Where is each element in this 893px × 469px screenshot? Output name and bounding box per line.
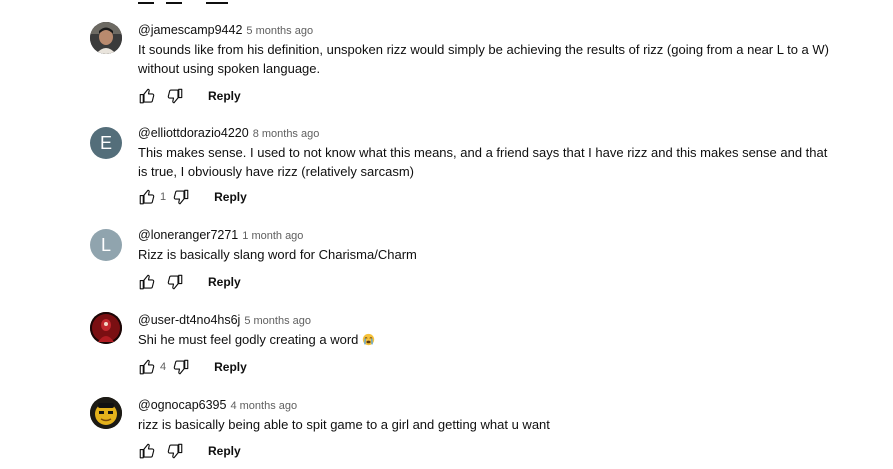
avatar[interactable]: L <box>90 229 122 261</box>
like-count: 1 <box>160 191 167 203</box>
avatar-letter: L <box>100 234 111 255</box>
reply-button[interactable]: Reply <box>214 187 247 207</box>
avatar[interactable] <box>90 312 122 344</box>
dislike-button[interactable] <box>172 187 190 207</box>
comment-text: It sounds like from his definition, unsp… <box>138 42 829 76</box>
comment-text: Rizz is basically slang word for Charism… <box>138 247 417 262</box>
comment-thread: @user-dt4no4hs6j 5 months ago Shi he must… <box>0 312 893 382</box>
thumbs-up-icon <box>139 359 155 375</box>
avatar-letter: E <box>99 132 112 153</box>
like-button[interactable] <box>138 86 156 106</box>
comment-text: rizz is basically being able to spit gam… <box>138 417 550 432</box>
comment-author[interactable]: @loneranger7271 <box>138 228 238 242</box>
reply-button[interactable]: Reply <box>208 86 241 106</box>
thumbs-down-icon <box>173 359 189 375</box>
comment-text: Shi he must feel godly creating a word <box>138 330 838 349</box>
avatar[interactable] <box>90 397 122 429</box>
comment-timestamp[interactable]: 4 months ago <box>230 400 297 412</box>
reply-button[interactable]: Reply <box>214 357 247 377</box>
thumbs-down-icon <box>173 189 189 205</box>
avatar-photo <box>90 397 122 429</box>
comment-author[interactable]: @jamescamp9442 <box>138 23 242 37</box>
thumbs-down-icon <box>167 88 183 104</box>
comment-timestamp[interactable]: 8 months ago <box>253 128 320 140</box>
like-button[interactable] <box>138 441 156 461</box>
reply-button[interactable]: Reply <box>208 272 241 292</box>
dislike-button[interactable] <box>172 357 190 377</box>
like-button[interactable] <box>138 187 156 207</box>
comment-author[interactable]: @user-dt4no4hs6j <box>138 313 240 327</box>
dislike-button[interactable] <box>166 86 184 106</box>
thumbs-down-icon <box>167 274 183 290</box>
comment-author[interactable]: @elliottdorazio4220 <box>138 126 249 140</box>
thumbs-up-icon <box>139 274 155 290</box>
comment-text: This makes sense. I used to not know wha… <box>138 145 828 179</box>
like-button[interactable] <box>138 272 156 292</box>
comment-thread: @jamescamp9442 5 months ago It sounds lik… <box>0 22 893 110</box>
like-count: 4 <box>160 361 167 373</box>
thumbs-up-icon <box>139 189 155 205</box>
comment-text-body: Shi he must feel godly creating a word <box>138 332 359 347</box>
comment-thread: E @elliottdorazio4220 8 months ago This m… <box>0 125 893 213</box>
comment-author[interactable]: @ognocap6395 <box>138 398 226 412</box>
dislike-button[interactable] <box>166 272 184 292</box>
thumbs-up-icon <box>139 88 155 104</box>
reply-button[interactable]: Reply <box>208 441 241 461</box>
like-button[interactable] <box>138 357 156 377</box>
dislike-button[interactable] <box>166 441 184 461</box>
thumbs-down-icon <box>167 443 183 459</box>
comments-section: @jamescamp9442 5 months ago It sounds lik… <box>0 0 893 469</box>
avatar-photo <box>90 312 122 344</box>
comment-timestamp[interactable]: 1 month ago <box>242 230 303 242</box>
avatar-photo <box>90 22 122 54</box>
comment-thread: L @loneranger7271 1 month ago Rizz is bas… <box>0 227 893 297</box>
avatar[interactable]: E <box>90 127 122 159</box>
avatar[interactable] <box>90 22 122 54</box>
comment-timestamp[interactable]: 5 months ago <box>246 25 313 37</box>
loudly-crying-face-emoji-icon <box>362 333 375 346</box>
thumbs-up-icon <box>139 443 155 459</box>
previous-comment-actions-partial <box>138 0 248 6</box>
comment-timestamp[interactable]: 5 months ago <box>244 315 311 327</box>
comment-thread: @ognocap6395 4 months ago rizz is basical… <box>0 397 893 467</box>
